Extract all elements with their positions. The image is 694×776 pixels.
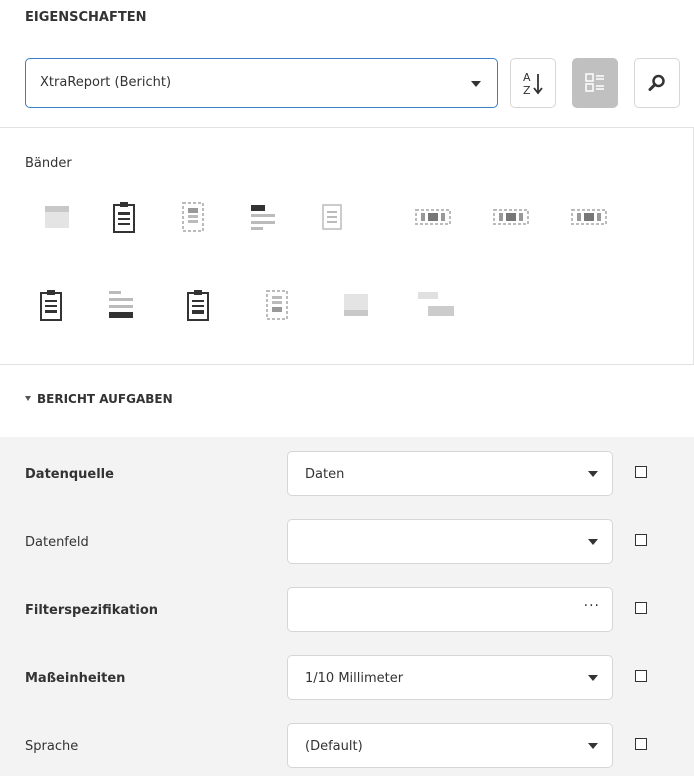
filter-string-editor[interactable]: ··· bbox=[287, 587, 613, 632]
report-tasks-title: BERICHT AUFGABEN bbox=[37, 392, 173, 406]
vertical-header-band-icon[interactable] bbox=[416, 288, 454, 322]
vertical-band-icon[interactable] bbox=[570, 200, 608, 234]
property-checkbox[interactable] bbox=[635, 466, 647, 478]
divider bbox=[0, 364, 694, 365]
property-checkbox[interactable] bbox=[635, 534, 647, 546]
page-footer-band-icon[interactable] bbox=[185, 288, 211, 322]
property-label: Datenfeld bbox=[25, 535, 89, 550]
property-value: 1/10 Millimeter bbox=[305, 671, 404, 686]
chevron-down-icon bbox=[588, 539, 598, 545]
detail-band-icon[interactable] bbox=[319, 200, 345, 234]
property-row: Maßeinheiten 1/10 Millimeter bbox=[0, 641, 694, 709]
page-header-band-icon[interactable] bbox=[180, 200, 206, 234]
property-row: Filterspezifikation ··· bbox=[0, 573, 694, 641]
property-grid: Datenquelle Daten Datenfeld Filterspezif… bbox=[0, 437, 694, 776]
sort-alphabetically-button[interactable]: A Z bbox=[510, 58, 556, 108]
data-member-dropdown[interactable] bbox=[287, 519, 613, 564]
svg-text:Z: Z bbox=[523, 84, 531, 97]
property-label: Maßeinheiten bbox=[25, 671, 126, 686]
report-header-band-icon[interactable] bbox=[111, 200, 137, 234]
measure-units-dropdown[interactable]: 1/10 Millimeter bbox=[287, 655, 613, 700]
group-footer-band-icon[interactable] bbox=[108, 288, 134, 322]
property-label: Sprache bbox=[25, 739, 79, 754]
vertical-total-band-icon[interactable] bbox=[264, 288, 290, 322]
categories-icon bbox=[585, 73, 604, 92]
chevron-down-icon bbox=[588, 743, 598, 749]
divider bbox=[0, 127, 694, 128]
search-button[interactable] bbox=[634, 58, 680, 108]
ellipsis-icon[interactable]: ··· bbox=[584, 598, 600, 614]
component-selector-value: XtraReport (Bericht) bbox=[40, 75, 172, 90]
group-header-band-icon[interactable] bbox=[250, 200, 276, 234]
language-dropdown[interactable]: (Default) bbox=[287, 723, 613, 768]
sub-band-icon[interactable] bbox=[492, 200, 530, 234]
property-checkbox[interactable] bbox=[635, 738, 647, 750]
property-label: Filterspezifikation bbox=[25, 603, 159, 618]
property-checkbox[interactable] bbox=[635, 602, 647, 614]
bottom-margin-band-icon[interactable] bbox=[343, 288, 369, 322]
collapse-triangle-icon bbox=[25, 396, 31, 401]
detail-report-band-icon[interactable] bbox=[414, 200, 452, 234]
categorize-button[interactable] bbox=[572, 58, 618, 108]
chevron-down-icon bbox=[471, 81, 481, 87]
panel-title: EIGENSCHAFTEN bbox=[25, 10, 147, 25]
properties-toolbar: XtraReport (Bericht) A Z bbox=[25, 58, 685, 108]
search-icon bbox=[648, 74, 665, 91]
sort-az-icon: A Z bbox=[523, 71, 543, 97]
report-footer-band-icon[interactable] bbox=[38, 288, 64, 322]
property-row: Datenfeld bbox=[0, 505, 694, 573]
chevron-down-icon bbox=[588, 675, 598, 681]
svg-text:A: A bbox=[523, 71, 531, 84]
top-margin-band-icon[interactable] bbox=[44, 200, 70, 234]
bands-label: Bänder bbox=[25, 156, 72, 171]
property-label: Datenquelle bbox=[25, 467, 114, 482]
chevron-down-icon bbox=[588, 471, 598, 477]
component-selector[interactable]: XtraReport (Bericht) bbox=[25, 58, 498, 108]
data-source-dropdown[interactable]: Daten bbox=[287, 451, 613, 496]
property-row: Sprache (Default) bbox=[0, 709, 694, 776]
report-tasks-header[interactable]: BERICHT AUFGABEN bbox=[25, 392, 173, 406]
property-row: Datenquelle Daten bbox=[0, 437, 694, 505]
property-value: (Default) bbox=[305, 739, 363, 754]
property-checkbox[interactable] bbox=[635, 670, 647, 682]
property-value: Daten bbox=[305, 467, 345, 482]
